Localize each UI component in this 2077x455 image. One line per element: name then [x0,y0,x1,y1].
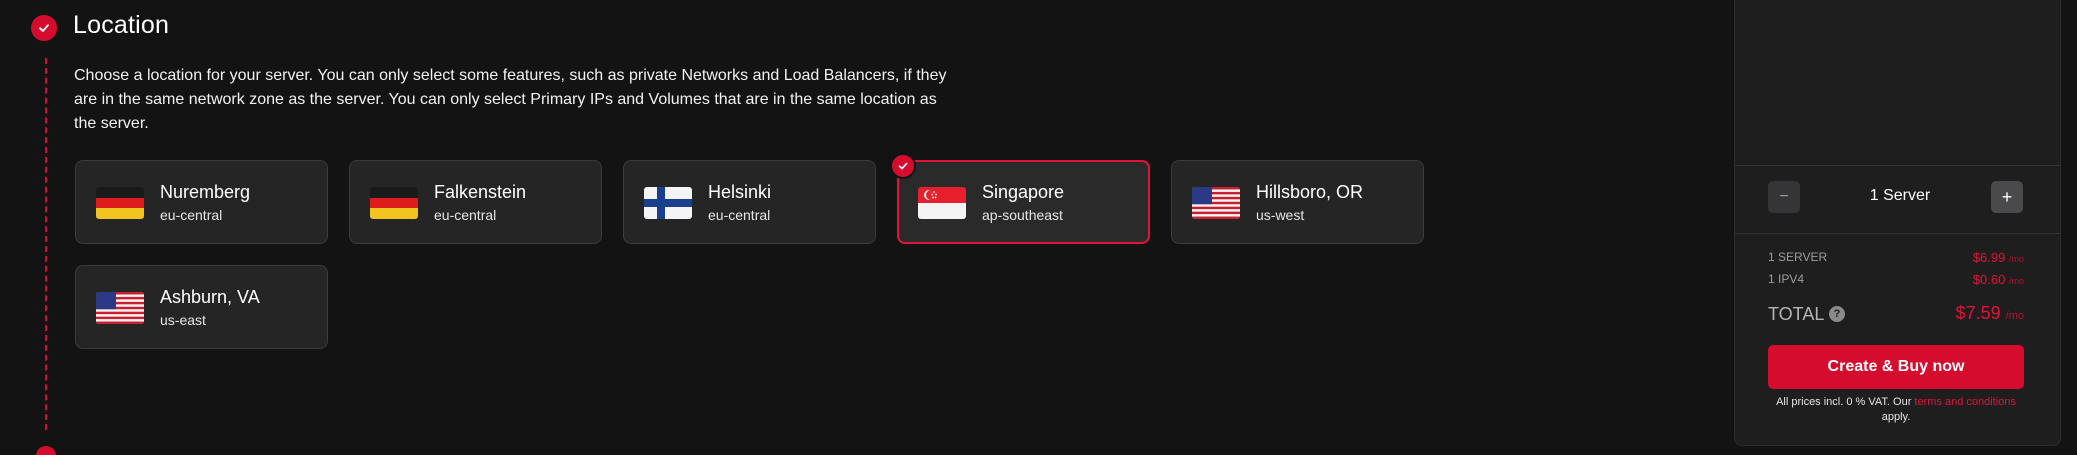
location-city: Falkenstein [434,182,527,202]
usa-flag-icon [1192,187,1240,219]
location-card-ashburn[interactable]: Ashburn, VA us-east [75,265,328,349]
section-title: Location [73,11,170,39]
panel-divider [1735,233,2060,234]
line-item-label: 1 SERVER [1768,250,1828,264]
finland-flag-icon [644,187,692,219]
help-icon[interactable]: ? [1829,306,1845,322]
location-city: Helsinki [708,182,772,202]
total-label: TOTAL [1768,304,1825,324]
timeline-connector [45,58,47,430]
singapore-flag-icon [918,187,966,219]
order-summary-panel: − 1 Server + 1 SERVER $6.99 /mo 1 IPV4 $… [1734,0,2061,446]
total-price: $7.59 /mo [1955,303,2024,323]
location-city: Ashburn, VA [160,287,260,307]
step-complete-check-icon [31,15,57,41]
line-item-label: 1 IPV4 [1768,272,1805,286]
location-zone: us-west [1256,207,1305,223]
location-zone: ap-southeast [982,207,1063,223]
server-quantity-label: 1 Server [1869,187,1931,204]
line-item-price: $0.60 /mo [1972,272,2024,287]
location-zone: eu-central [434,207,497,223]
location-description: Choose a location for your server. You c… [74,67,947,132]
location-card-singapore[interactable]: Singapore ap-southeast [890,153,1150,244]
location-card-falkenstein[interactable]: Falkenstein eu-central [349,160,602,244]
decrease-quantity-button[interactable]: − [1768,181,1800,213]
location-city: Hillsboro, OR [1256,182,1364,202]
create-and-buy-button[interactable]: Create & Buy now [1768,345,2024,389]
panel-divider [1735,165,2060,166]
usa-flag-icon [96,292,144,324]
location-zone: eu-central [708,207,771,223]
location-city: Nuremberg [160,182,251,202]
terms-and-conditions-link[interactable]: terms and conditions [1914,396,2016,408]
vat-note: All prices incl. 0 % VAT. Our terms and … [1776,396,2016,423]
location-card-nuremberg[interactable]: Nuremberg eu-central [75,160,328,244]
selected-check-icon [890,153,916,179]
server-config-page: Location Choose a location for your serv… [0,0,2077,455]
germany-flag-icon [370,187,418,219]
location-card-helsinki[interactable]: Helsinki eu-central [623,160,876,244]
minus-icon: − [1779,188,1789,205]
next-step-marker [36,446,56,455]
increase-quantity-button[interactable]: + [1991,181,2023,213]
germany-flag-icon [96,187,144,219]
line-item-price: $6.99 /mo [1972,250,2024,265]
location-zone: eu-central [160,207,223,223]
location-zone: us-east [160,312,206,328]
plus-icon: + [2001,186,2013,207]
location-city: Singapore [982,182,1065,202]
location-card-hillsboro[interactable]: Hillsboro, OR us-west [1171,160,1424,244]
